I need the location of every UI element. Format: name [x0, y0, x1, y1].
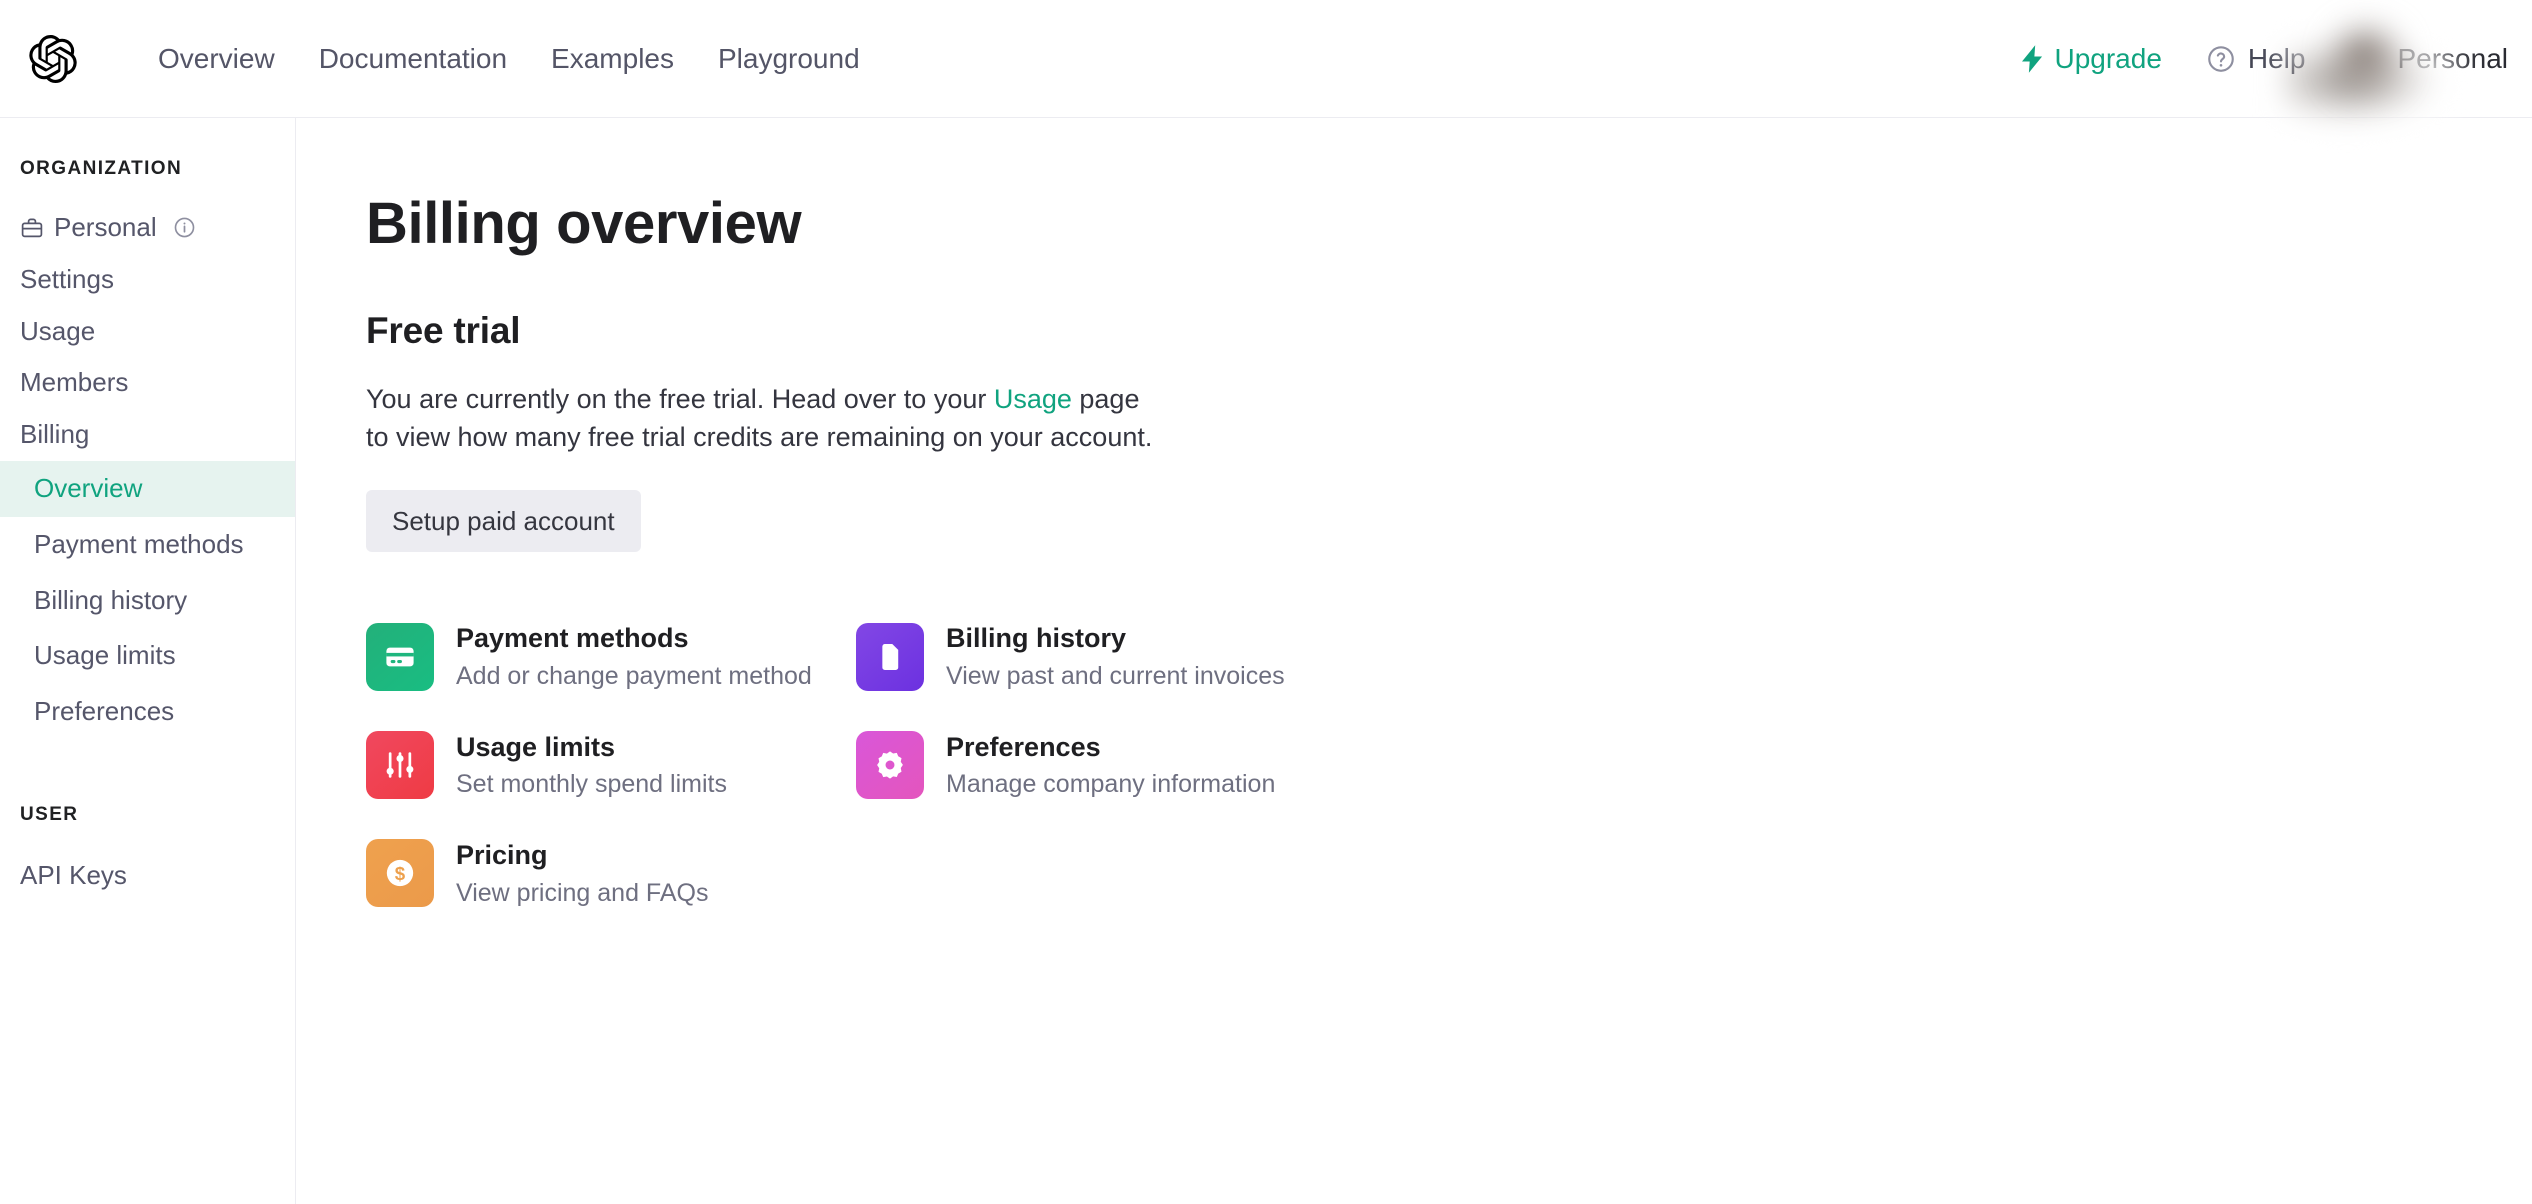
sidebar-section-user: USER [20, 803, 79, 825]
card-title: Billing history [946, 623, 1127, 654]
usage-link[interactable]: Usage [994, 384, 1072, 414]
free-trial-description: You are currently on the free trial. Hea… [366, 380, 1166, 457]
page-shell: ORGANIZATION Personal Settings Usage Mem… [0, 118, 2532, 1204]
primary-nav-links: Overview Documentation Examples Playgrou… [136, 44, 882, 73]
top-nav-right-group: Upgrade Help Personal [2004, 0, 2532, 133]
card-usage-limits[interactable]: Usage limits Set monthly spend limits [366, 731, 856, 800]
main-content: Billing overview Free trial You are curr… [296, 118, 2532, 1204]
sidebar-section-organization: ORGANIZATION [20, 158, 183, 179]
card-preferences-text: Preferences Manage company information [946, 731, 1275, 799]
card-preferences[interactable]: Preferences Manage company information [856, 731, 1346, 800]
sidebar-item-billing[interactable]: Billing [0, 409, 295, 461]
sidebar-item-usage[interactable]: Usage [0, 306, 295, 358]
nav-link-playground[interactable]: Playground [696, 44, 882, 73]
account-menu[interactable]: Personal [2283, 23, 2512, 133]
sidebar-item-usage-label: Usage [20, 315, 96, 346]
sidebar-item-api-keys-label: API Keys [20, 859, 127, 890]
card-pricing-text: Pricing View pricing and FAQs [456, 839, 708, 907]
upgrade-button[interactable]: Upgrade [2004, 43, 2179, 75]
billing-cards-grid: Payment methods Add or change payment me… [366, 622, 1466, 908]
card-payment-methods-text: Payment methods Add or change payment me… [456, 622, 812, 690]
page-title: Billing overview [366, 191, 802, 256]
help-button[interactable]: Help [2180, 43, 2328, 75]
card-billing-history-text: Billing history View past and current in… [946, 622, 1285, 690]
top-navigation-bar: Overview Documentation Examples Playgrou… [0, 0, 2532, 133]
sidebar-item-personal-label: Personal [54, 212, 157, 242]
upgrade-label: Upgrade [2054, 43, 2162, 74]
account-name: Personal [2397, 43, 2508, 74]
sidebar-item-settings[interactable]: Settings [0, 254, 295, 306]
card-title: Payment methods [456, 623, 689, 654]
sidebar-item-personal[interactable]: Personal [0, 202, 295, 254]
avatar [2339, 31, 2396, 87]
gear-icon [856, 731, 924, 800]
sidebar-subitem-payment-methods[interactable]: Payment methods [0, 517, 295, 573]
bolt-icon [2022, 45, 2044, 73]
card-usage-limits-text: Usage limits Set monthly spend limits [456, 731, 727, 799]
dollar-circle-icon: $ [366, 839, 434, 908]
help-label: Help [2247, 43, 2306, 74]
briefcase-icon [20, 216, 44, 240]
nav-link-overview[interactable]: Overview [136, 44, 297, 73]
card-title: Pricing [456, 840, 548, 871]
sidebar: ORGANIZATION Personal Settings Usage Mem… [0, 118, 296, 1204]
sidebar-item-members[interactable]: Members [0, 357, 295, 409]
card-title: Preferences [946, 731, 1101, 762]
info-icon[interactable] [167, 216, 196, 239]
card-subtitle: Manage company information [946, 770, 1276, 799]
card-billing-history[interactable]: Billing history View past and current in… [856, 622, 1346, 691]
free-trial-heading: Free trial [366, 309, 521, 351]
card-subtitle: View past and current invoices [946, 661, 1285, 690]
document-icon [856, 622, 924, 691]
sidebar-subitem-usage-limits[interactable]: Usage limits [0, 628, 295, 684]
sidebar-item-billing-label: Billing [20, 419, 90, 450]
card-pricing[interactable]: $ Pricing View pricing and FAQs [366, 839, 856, 908]
sidebar-subitem-billing-history[interactable]: Billing history [0, 573, 295, 629]
card-subtitle: Set monthly spend limits [456, 770, 727, 799]
sidebar-subitem-preferences[interactable]: Preferences [0, 684, 295, 740]
card-subtitle: Add or change payment method [456, 661, 812, 690]
openai-logo-icon[interactable] [26, 32, 80, 86]
question-circle-icon [2206, 44, 2236, 74]
nav-link-examples[interactable]: Examples [529, 44, 696, 73]
card-title: Usage limits [456, 731, 616, 762]
card-payment-methods[interactable]: Payment methods Add or change payment me… [366, 622, 856, 691]
sidebar-subitem-overview[interactable]: Overview [0, 460, 295, 517]
free-trial-text-part1: You are currently on the free trial. Hea… [366, 383, 994, 414]
sliders-icon [366, 731, 434, 800]
setup-paid-account-button[interactable]: Setup paid account [366, 490, 641, 553]
svg-text:$: $ [395, 864, 406, 885]
sidebar-item-api-keys[interactable]: API Keys [0, 850, 295, 902]
credit-card-icon [366, 622, 434, 691]
nav-link-documentation[interactable]: Documentation [297, 44, 529, 73]
sidebar-item-settings-label: Settings [20, 263, 114, 294]
card-subtitle: View pricing and FAQs [456, 878, 709, 907]
sidebar-item-members-label: Members [20, 367, 129, 398]
